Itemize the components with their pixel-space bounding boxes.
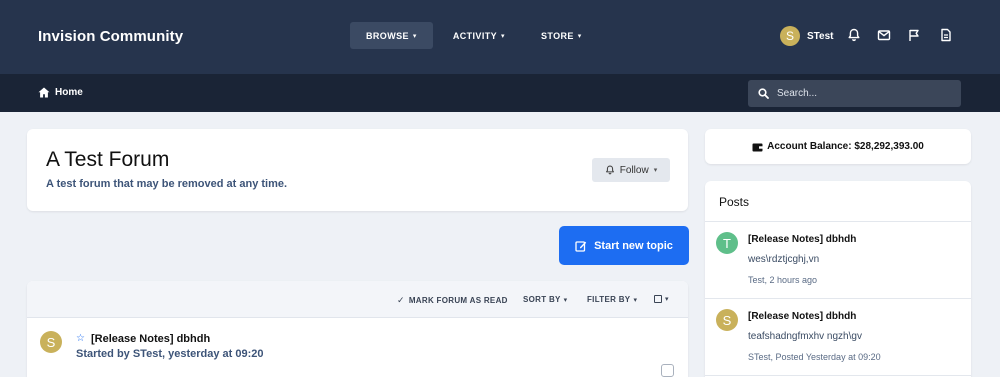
post-title[interactable]: [Release Notes] dbhdh <box>748 311 856 322</box>
start-new-topic-label: Start new topic <box>594 239 673 252</box>
chevron-down-icon: ▾ <box>501 32 505 40</box>
forum-description: A test forum that may be removed at any … <box>46 178 288 190</box>
main-nav: BROWSE ▾ ACTIVITY ▾ STORE ▾ <box>350 22 602 49</box>
chevron-down-icon: ▾ <box>665 296 669 303</box>
list-item[interactable]: T [Release Notes] dbhdh wes\rdztjcghj,vn… <box>705 222 971 298</box>
checkbox-icon <box>654 295 662 303</box>
posts-widget: Posts T [Release Notes] dbhdh wes\rdztjc… <box>705 181 971 377</box>
search-box[interactable] <box>748 80 961 107</box>
topic-list: ✓ MARK FORUM AS READ SORT BY ▾ FILTER BY… <box>27 281 688 377</box>
site-logo[interactable]: Invision Community <box>38 28 183 45</box>
bell-icon <box>605 165 614 175</box>
mark-forum-read-button[interactable]: ✓ MARK FORUM AS READ <box>397 295 508 306</box>
post-snippet: wes\rdztjcghj,vn <box>748 254 820 265</box>
mark-forum-read-label: MARK FORUM AS READ <box>408 296 508 305</box>
edit-icon <box>575 240 587 252</box>
post-meta: Test, 2 hours ago <box>748 275 818 285</box>
star-icon: ☆ <box>76 333 85 344</box>
nav-store[interactable]: STORE ▾ <box>525 22 598 49</box>
chevron-down-icon: ▾ <box>653 167 658 174</box>
bell-icon[interactable] <box>847 28 861 42</box>
search-icon <box>758 88 769 99</box>
document-icon[interactable] <box>939 28 953 42</box>
filter-by-button[interactable]: FILTER BY ▾ <box>587 295 637 304</box>
user-name: STest <box>807 30 834 42</box>
sort-by-button[interactable]: SORT BY ▾ <box>523 295 568 304</box>
topic-meta: Started by STest, yesterday at 09:20 <box>76 348 264 360</box>
forum-header-card: A Test Forum A test forum that may be re… <box>27 129 688 211</box>
breadcrumb-home[interactable]: Home <box>38 87 83 98</box>
chevron-down-icon: ▾ <box>563 296 568 304</box>
nav-browse[interactable]: BROWSE ▾ <box>350 22 433 49</box>
envelope-icon[interactable] <box>877 28 891 42</box>
user-menu[interactable]: S STest <box>780 26 834 46</box>
post-meta: STest, Posted Yesterday at 09:20 <box>748 352 881 362</box>
avatar[interactable]: S <box>716 309 738 331</box>
chevron-down-icon: ▾ <box>412 32 417 40</box>
account-balance: Account Balance: $28,292,393.00 <box>767 141 924 152</box>
wallet-icon <box>752 143 763 151</box>
search-input[interactable] <box>777 88 947 99</box>
post-snippet: teafshadngfmxhv ngzh\gv <box>748 331 862 342</box>
nav-activity-label: ACTIVITY <box>452 30 498 41</box>
page-title: A Test Forum <box>46 148 170 171</box>
sort-by-label: SORT BY <box>523 295 561 304</box>
home-icon <box>38 87 50 98</box>
filter-by-label: FILTER BY <box>587 295 631 304</box>
chevron-down-icon: ▾ <box>633 296 638 304</box>
chevron-down-icon: ▾ <box>577 32 582 40</box>
topic-list-toolbar: ✓ MARK FORUM AS READ SORT BY ▾ FILTER BY… <box>27 281 688 318</box>
follow-label: Follow <box>619 164 649 176</box>
post-title[interactable]: [Release Notes] dbhdh <box>748 234 856 245</box>
posts-heading: Posts <box>719 195 750 209</box>
select-all-toggle[interactable]: ▾ <box>654 295 669 303</box>
nav-store-label: STORE <box>540 30 574 41</box>
list-item[interactable]: S [Release Notes] dbhdh teafshadngfmxhv … <box>705 299 971 375</box>
avatar[interactable]: T <box>716 232 738 254</box>
avatar: S <box>780 26 800 46</box>
start-new-topic-button[interactable]: Start new topic <box>559 226 689 265</box>
account-balance-card: Account Balance: $28,292,393.00 <box>705 129 971 164</box>
topic-title[interactable]: [Release Notes] dbhdh <box>91 333 210 345</box>
nav-browse-label: BROWSE <box>366 30 409 41</box>
breadcrumb-home-label: Home <box>55 87 83 98</box>
divider <box>705 375 971 376</box>
flag-icon[interactable] <box>907 28 921 42</box>
avatar[interactable]: S <box>40 331 62 353</box>
nav-activity[interactable]: ACTIVITY ▾ <box>437 22 521 49</box>
follow-button[interactable]: Follow ▾ <box>592 158 670 182</box>
topic-checkbox[interactable] <box>661 364 674 377</box>
check-icon: ✓ <box>397 295 405 305</box>
